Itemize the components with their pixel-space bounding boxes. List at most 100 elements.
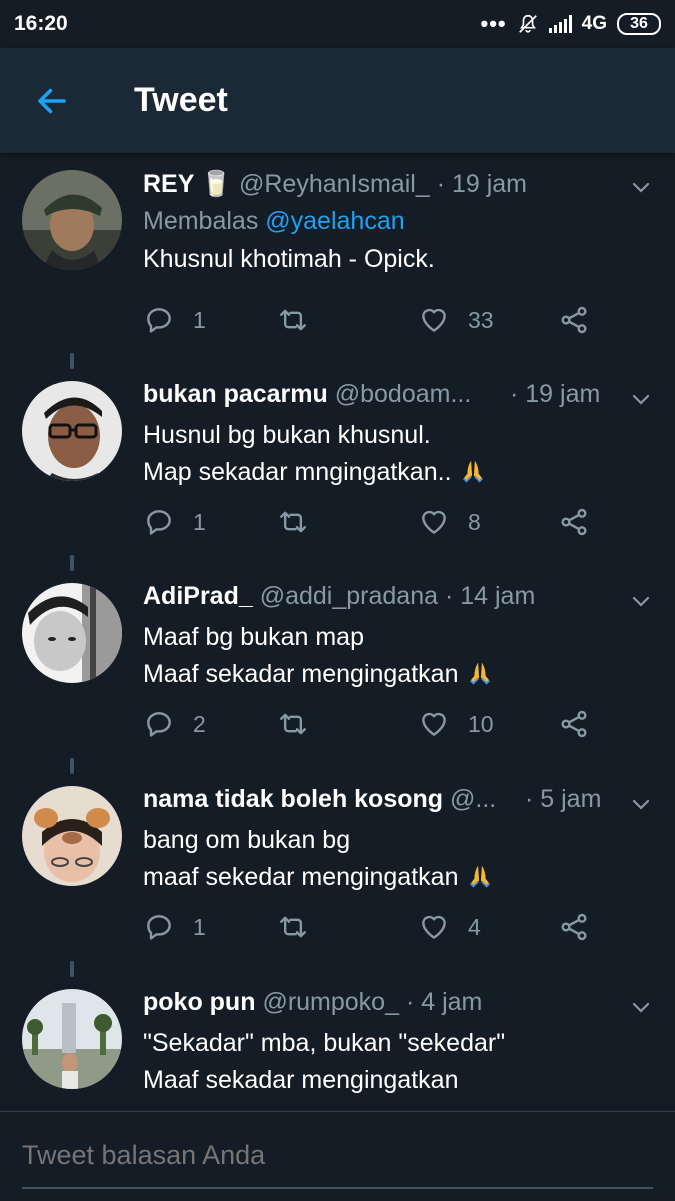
page-title: Tweet xyxy=(134,81,228,119)
reply-button[interactable]: 1 xyxy=(143,300,206,340)
share-icon xyxy=(561,710,587,738)
avatar[interactable] xyxy=(22,381,122,481)
reply-icon xyxy=(147,712,171,737)
tweet-text: Map sekadar mngingatkan.. xyxy=(143,454,655,491)
reply-button[interactable]: 1 xyxy=(143,502,206,542)
share-icon xyxy=(561,913,587,941)
user-handle[interactable]: @rumpoko_ xyxy=(262,988,399,1016)
display-name[interactable]: AdiPrad_ xyxy=(143,582,253,610)
tweet-text-line: maaf sekedar mengingatkan xyxy=(143,863,466,891)
retweet-button[interactable] xyxy=(276,704,328,744)
like-count: 10 xyxy=(468,710,494,737)
reply-icon xyxy=(147,510,171,535)
like-button[interactable]: 4 xyxy=(418,907,481,947)
display-name[interactable]: poko pun xyxy=(143,988,255,1016)
retweet-icon xyxy=(280,713,306,735)
display-name[interactable]: bukan pacarmu xyxy=(143,380,328,408)
retweet-button[interactable] xyxy=(276,300,328,340)
status-time: 16:20 xyxy=(14,12,68,35)
avatar[interactable] xyxy=(22,989,122,1089)
reply-context: Membalas @yaelahcan xyxy=(143,201,655,241)
tweet-text: Maaf sekadar mengingatkan xyxy=(143,1066,459,1094)
avatar[interactable] xyxy=(22,170,122,270)
share-icon xyxy=(561,508,587,536)
battery-icon: 36 xyxy=(617,13,661,35)
mention-link[interactable]: @yaelahcan xyxy=(265,207,404,235)
heart-icon xyxy=(422,510,446,534)
tweet[interactable]: bukan pacarmu @bodoam... · 19 jam Husnul… xyxy=(0,373,675,571)
tweet[interactable]: AdiPrad_ @addi_pradana · 14 jam Maaf bg … xyxy=(0,575,675,774)
like-button[interactable]: 8 xyxy=(418,502,481,542)
tweet-text: Husnul bg bukan khusnul. xyxy=(143,421,431,449)
network-type: 4G xyxy=(581,13,607,34)
share-button[interactable] xyxy=(558,704,590,744)
back-button[interactable] xyxy=(22,71,82,131)
tweet-text: bang om bukan bg xyxy=(143,826,351,854)
tweet-text: Khusnul khotimah - Opick. xyxy=(143,245,435,273)
user-handle[interactable]: @addi_pradana xyxy=(260,582,438,610)
input-underline xyxy=(22,1187,653,1189)
tweet-text: maaf sekedar mengingatkan xyxy=(143,859,655,896)
reply-icon xyxy=(147,308,171,333)
like-count: 33 xyxy=(468,306,494,333)
tweet-time: · 19 jam xyxy=(510,380,601,408)
display-name[interactable]: REY 🥛 xyxy=(143,170,232,198)
reply-icon xyxy=(147,915,171,940)
reply-thread[interactable]: REY 🥛 @ReyhanIsmail_ · 19 jam Membalas @… xyxy=(0,153,675,1111)
tweet[interactable]: poko pun @rumpoko_ · 4 jam "Sekadar" mba… xyxy=(0,981,675,1111)
heart-icon xyxy=(422,915,446,939)
chevron-down-icon[interactable] xyxy=(629,387,653,411)
signal-icon xyxy=(548,15,572,33)
display-name[interactable]: nama tidak boleh kosong xyxy=(143,785,443,813)
tweet[interactable]: nama tidak boleh kosong @... · 5 jam ban… xyxy=(0,778,675,977)
tweet-text-line: Map sekadar mngingatkan.. xyxy=(143,458,459,486)
share-button[interactable] xyxy=(558,502,590,542)
folded-hands-emoji-icon xyxy=(463,460,484,483)
avatar[interactable] xyxy=(22,583,122,683)
tweet-header: poko pun @rumpoko_ · 4 jam xyxy=(143,985,655,1019)
chevron-down-icon[interactable] xyxy=(629,589,653,613)
tweet-header: AdiPrad_ @addi_pradana · 14 jam xyxy=(143,579,655,613)
reply-button[interactable]: 1 xyxy=(143,907,206,947)
reply-composer xyxy=(0,1111,675,1201)
reply-prefix: Membalas xyxy=(143,207,266,235)
tweet-time: · 14 jam xyxy=(444,582,536,610)
tweet-actions: 1 8 xyxy=(143,502,633,542)
like-button[interactable]: 33 xyxy=(418,300,494,340)
reply-count: 1 xyxy=(193,913,206,940)
user-handle[interactable]: @ReyhanIsmail_ xyxy=(239,170,430,198)
reply-count: 2 xyxy=(193,710,206,737)
folded-hands-emoji-icon xyxy=(470,662,491,685)
tweet-time: · 19 jam xyxy=(436,170,527,198)
status-icons: ••• 4G 36 xyxy=(481,13,661,35)
thread-connector xyxy=(70,555,74,571)
retweet-icon xyxy=(280,511,306,533)
like-button[interactable]: 10 xyxy=(418,704,494,744)
share-button[interactable] xyxy=(558,300,590,340)
more-notifications-icon: ••• xyxy=(480,11,507,36)
reply-button[interactable]: 2 xyxy=(143,704,206,744)
share-button[interactable] xyxy=(558,907,590,947)
reply-count: 1 xyxy=(193,508,206,535)
bell-muted-icon xyxy=(518,14,537,33)
avatar[interactable] xyxy=(22,786,122,886)
chevron-down-icon[interactable] xyxy=(629,175,653,199)
tweet-text: "Sekadar" mba, bukan "sekedar" xyxy=(143,1029,506,1057)
chevron-down-icon[interactable] xyxy=(629,995,653,1019)
tweet[interactable]: REY 🥛 @ReyhanIsmail_ · 19 jam Membalas @… xyxy=(0,153,675,369)
tweet-text: Maaf bg bukan map xyxy=(143,623,364,651)
tweet-header: REY 🥛 @ReyhanIsmail_ · 19 jam xyxy=(143,167,655,201)
reply-input[interactable] xyxy=(22,1140,642,1171)
user-handle[interactable]: @... xyxy=(450,785,496,813)
chevron-down-icon[interactable] xyxy=(629,792,653,816)
app-bar: Tweet xyxy=(0,48,675,153)
tweet-actions: 1 33 xyxy=(143,300,633,340)
retweet-button[interactable] xyxy=(276,502,328,542)
user-handle[interactable]: @bodoam... xyxy=(335,380,472,408)
tweet-header: nama tidak boleh kosong @... · 5 jam xyxy=(143,782,655,816)
retweet-icon xyxy=(280,916,306,938)
thread-connector xyxy=(70,353,74,369)
like-count: 4 xyxy=(468,913,481,940)
tweet-text-line: Maaf sekadar mengingatkan xyxy=(143,660,466,688)
retweet-button[interactable] xyxy=(276,907,328,947)
